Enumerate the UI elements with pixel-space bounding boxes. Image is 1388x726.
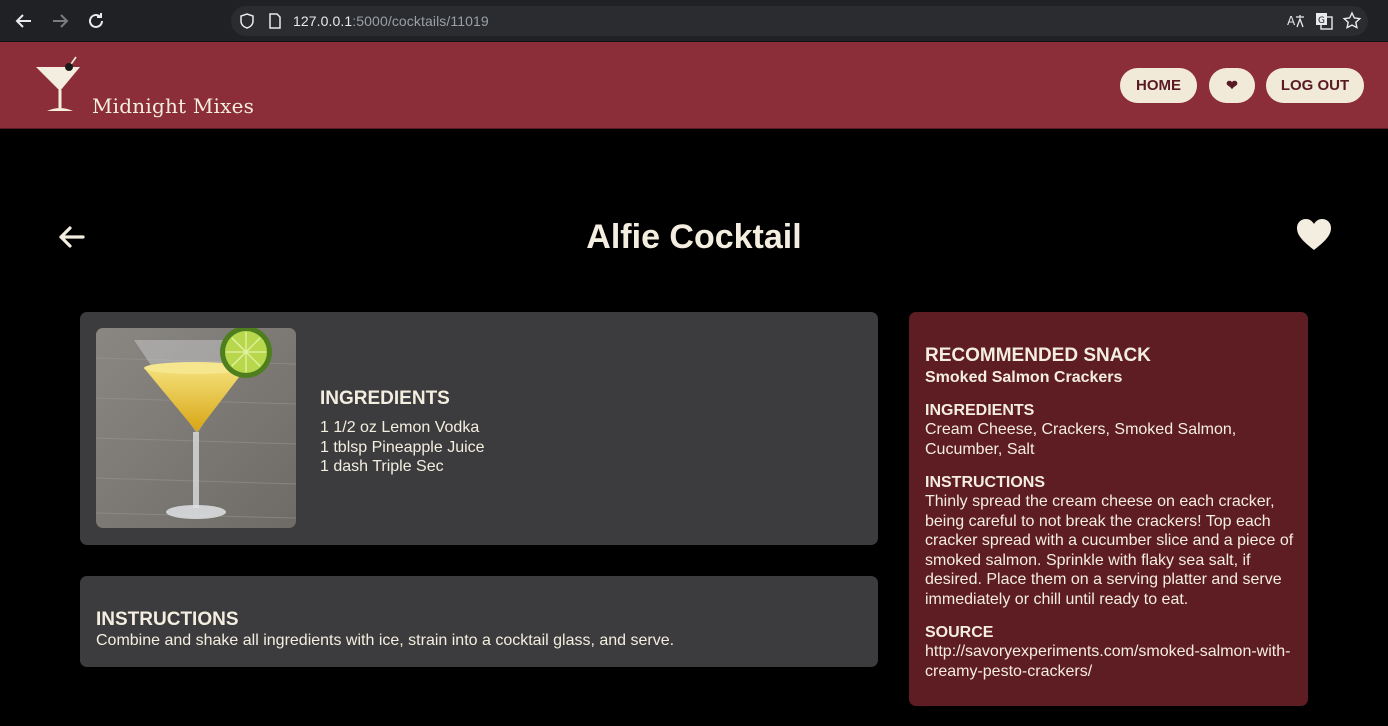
- ingredient-item: 1 dash Triple Sec: [320, 458, 444, 475]
- instructions-text: Combine and shake all ingredients with i…: [96, 632, 675, 649]
- snack-instructions-text: Thinly spread the cream cheese on each c…: [925, 493, 1294, 608]
- google-translate-icon[interactable]: G: [1314, 11, 1334, 31]
- snack-ingredients-text: Cream Cheese, Crackers, Smoked Salmon, C…: [925, 421, 1237, 458]
- instructions-section: INSTRUCTIONS Combine and shake all ingre…: [96, 609, 674, 651]
- ingredients-heading: INGREDIENTS: [320, 388, 450, 409]
- home-button[interactable]: HOME: [1120, 68, 1197, 103]
- ingredients-section: INGREDIENTS 1 1/2 oz Lemon Vodka 1 tblsp…: [320, 388, 485, 477]
- bookmark-star-icon[interactable]: [1342, 11, 1362, 31]
- browser-toolbar: 127.0.0.1:5000/cocktails/11019 A G: [0, 0, 1388, 42]
- url-path: :5000/cocktails/11019: [352, 13, 489, 29]
- url-host: 127.0.0.1: [293, 13, 353, 29]
- url-text[interactable]: 127.0.0.1:5000/cocktails/11019: [293, 13, 489, 29]
- snack-instructions-heading: INSTRUCTIONS: [925, 474, 1045, 491]
- ingredient-item: 1 tblsp Pineapple Juice: [320, 438, 485, 456]
- instructions-heading: INSTRUCTIONS: [96, 609, 239, 630]
- reload-icon[interactable]: [85, 10, 107, 32]
- snack-ingredients-heading: INGREDIENTS: [925, 402, 1035, 419]
- martini-logo-icon[interactable]: [34, 55, 84, 117]
- ingredients-list: 1 1/2 oz Lemon Vodka 1 tblsp Pineapple J…: [320, 418, 485, 477]
- page-info-icon[interactable]: [267, 13, 283, 29]
- svg-text:G: G: [1318, 16, 1325, 26]
- ingredients-card: INGREDIENTS 1 1/2 oz Lemon Vodka 1 tblsp…: [80, 312, 878, 545]
- logout-button[interactable]: LOG OUT: [1266, 68, 1364, 103]
- back-icon[interactable]: [13, 10, 35, 32]
- snack-source-heading: SOURCE: [925, 624, 994, 641]
- ingredient-item: 1 1/2 oz Lemon Vodka: [320, 419, 480, 436]
- shield-icon[interactable]: [239, 13, 255, 29]
- forward-icon[interactable]: [49, 10, 71, 32]
- brand-name[interactable]: Midnight Mixes: [92, 94, 254, 118]
- cocktail-image: [96, 328, 296, 528]
- snack-card: RECOMMENDED SNACK Smoked Salmon Crackers…: [909, 312, 1308, 706]
- snack-name: Smoked Salmon Crackers: [925, 369, 1123, 386]
- page-title: Alfie Cocktail: [586, 218, 802, 256]
- site-header: Midnight Mixes HOME ❤ LOG OUT: [0, 42, 1388, 129]
- address-bar[interactable]: 127.0.0.1:5000/cocktails/11019 A G: [231, 6, 1368, 36]
- svg-text:A: A: [1287, 14, 1296, 28]
- snack-source-link[interactable]: http://savoryexperiments.com/smoked-salm…: [925, 642, 1295, 681]
- favorite-heart-icon[interactable]: [1296, 218, 1332, 252]
- snack-section: RECOMMENDED SNACK Smoked Salmon Crackers…: [925, 345, 1295, 681]
- favorites-button[interactable]: ❤: [1209, 68, 1255, 103]
- snack-heading: RECOMMENDED SNACK: [925, 345, 1151, 366]
- instructions-card: INSTRUCTIONS Combine and shake all ingre…: [80, 576, 878, 667]
- translate-icon[interactable]: A: [1286, 11, 1306, 31]
